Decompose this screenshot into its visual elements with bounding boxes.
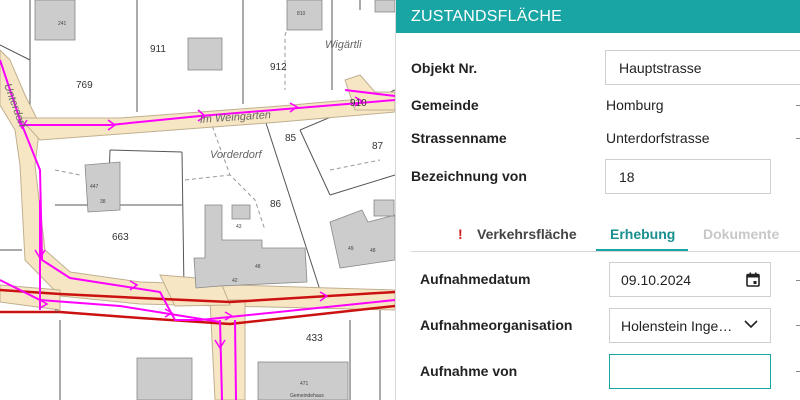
divider: [796, 280, 800, 281]
tab-dokumente: Dokumente: [703, 226, 780, 242]
map-parcel-label: 663: [112, 232, 129, 243]
strassenname-label: Strassenname: [411, 130, 507, 146]
aufnahmeorg-label: Aufnahmeorganisation: [420, 317, 573, 333]
map-building-label: 48: [255, 264, 261, 270]
aufnahmeorg-value: Holenstein Inge…: [621, 318, 733, 334]
map-street-label: Wigärtli: [325, 39, 362, 51]
map-canvas[interactable]: 769 911 912 910 663 86 85 87 433 241 810…: [0, 0, 395, 400]
divider: [796, 371, 800, 372]
objekt-label: Objekt Nr.: [411, 60, 478, 76]
panel-title: ZUSTANDSFLÄCHE: [396, 0, 800, 33]
map-building-note: Gemeindehaus: [290, 393, 324, 399]
aufnahme-von-input[interactable]: [609, 354, 771, 389]
tab-erhebung[interactable]: Erhebung: [610, 226, 675, 242]
strassenname-value: Unterdorfstrasse: [606, 130, 710, 146]
map-parcel-label: 912: [270, 62, 287, 73]
tab-bar: ! Verkehrsfläche Erhebung Dokumente: [411, 214, 800, 252]
map-parcel-label: 433: [306, 333, 323, 344]
map-parcel-label: 911: [150, 44, 166, 55]
map-building-label: 241: [58, 21, 67, 27]
warning-icon: !: [458, 226, 463, 242]
map-building-label: 471: [300, 381, 309, 387]
bezeichnung-input[interactable]: 18: [605, 159, 771, 194]
divider: [796, 138, 800, 139]
aufnahmedatum-input[interactable]: 09.10.2024: [609, 262, 771, 297]
chevron-down-icon[interactable]: [744, 319, 758, 329]
aufnahmedatum-value: 09.10.2024: [621, 272, 692, 288]
tab-verkehrsflaeche[interactable]: Verkehrsfläche: [477, 226, 577, 242]
map-building-label: 9: [55, 309, 58, 315]
divider: [796, 325, 800, 326]
map-parcel-label: 87: [372, 141, 384, 152]
gemeinde-label: Gemeinde: [411, 97, 479, 113]
active-tab-indicator: [596, 249, 688, 251]
map-building-label: 38: [100, 199, 106, 205]
detail-panel: ZUSTANDSFLÄCHE Objekt Nr. Hauptstrasse G…: [395, 0, 800, 400]
map-building-label: 810: [297, 11, 306, 17]
map-building-label: 48: [370, 248, 376, 254]
map-building-label: 43: [236, 224, 242, 230]
bezeichnung-label: Bezeichnung von: [411, 168, 527, 184]
map-building-label: 447: [90, 184, 99, 190]
calendar-icon[interactable]: [746, 272, 760, 287]
objekt-input[interactable]: Hauptstrasse: [605, 50, 800, 85]
divider: [796, 105, 800, 106]
map-building-label: 42: [232, 278, 238, 284]
map-parcel-label: 85: [285, 133, 297, 144]
aufnahmeorg-select[interactable]: Holenstein Inge…: [609, 308, 771, 343]
map-view[interactable]: 769 911 912 910 663 86 85 87 433 241 810…: [0, 0, 395, 400]
aufnahmedatum-label: Aufnahmedatum: [420, 271, 531, 287]
map-street-label: Vorderdorf: [210, 149, 263, 161]
map-parcel-label: 769: [76, 80, 93, 91]
map-parcel-label: 910: [350, 98, 367, 109]
map-building-label: 49: [348, 246, 354, 252]
aufnahme-von-label: Aufnahme von: [420, 363, 518, 379]
gemeinde-value: Homburg: [606, 97, 664, 113]
map-parcel-label: 86: [270, 199, 282, 210]
